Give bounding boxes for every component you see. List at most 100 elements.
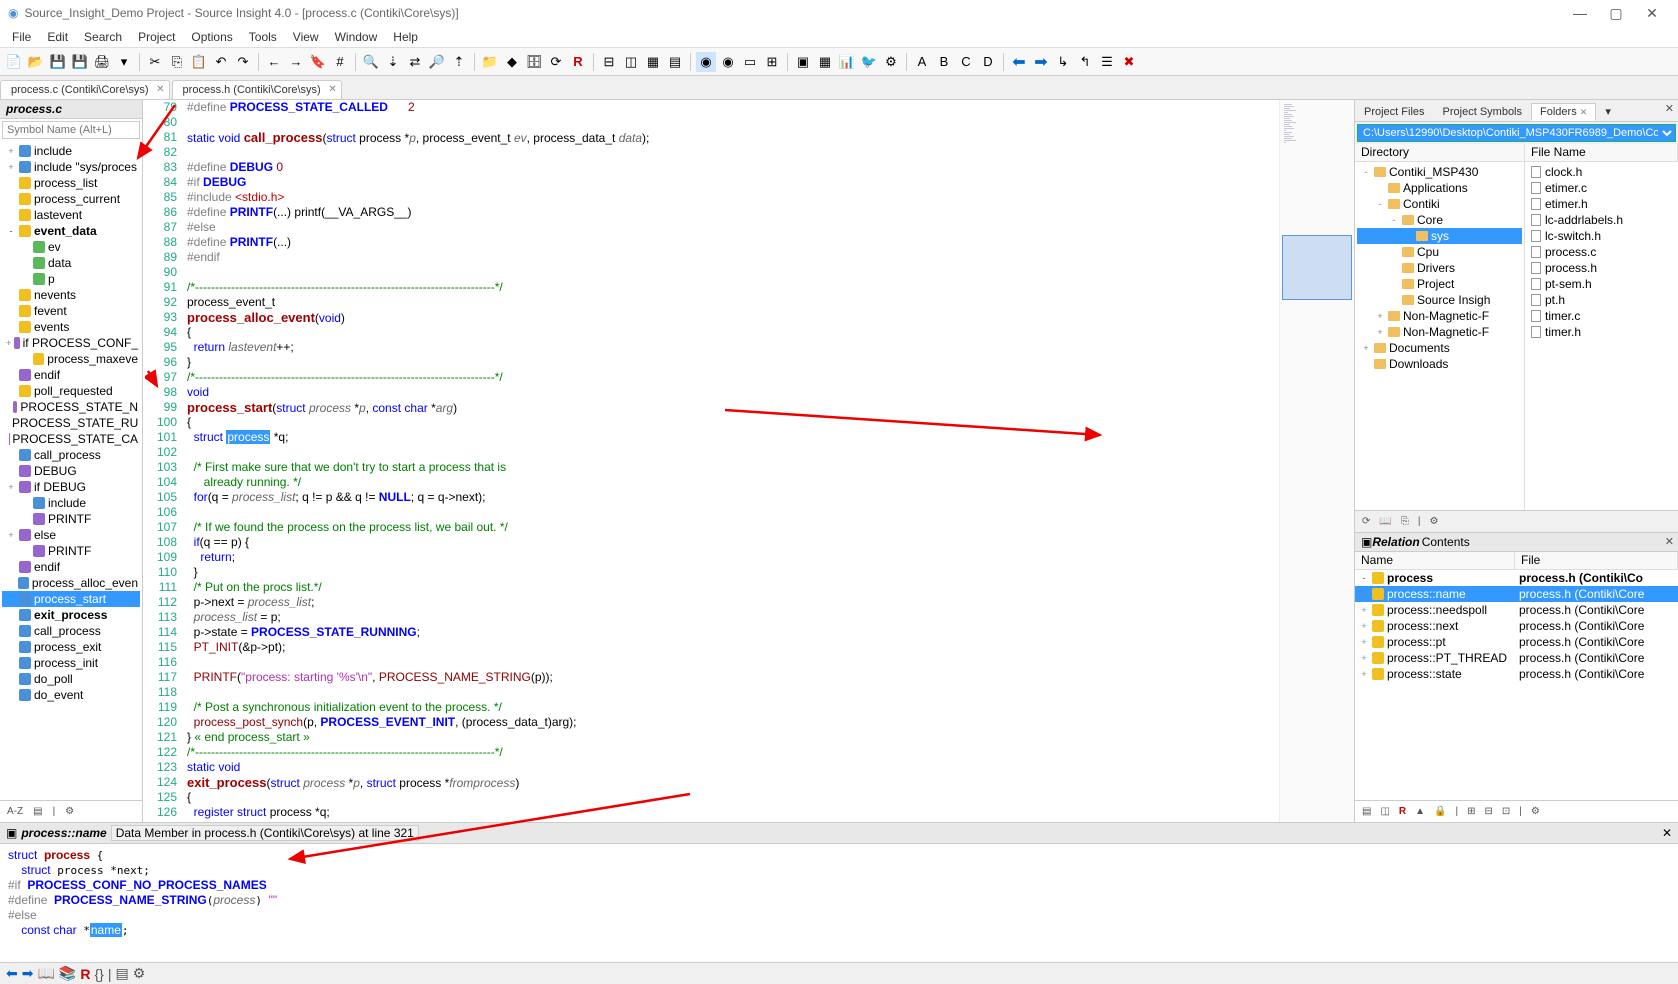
dir-item[interactable]: Applications: [1357, 180, 1522, 196]
replace-icon[interactable]: ⇄: [405, 52, 425, 72]
relation-item[interactable]: +process::nextprocess.h (Contiki\Core: [1355, 618, 1678, 634]
file-item[interactable]: clock.h: [1527, 164, 1676, 180]
symbol-icon[interactable]: ◆: [502, 52, 522, 72]
sync-icon[interactable]: ⟳: [546, 52, 566, 72]
symbol-item[interactable]: +if DEBUG: [2, 479, 140, 495]
new-file-icon[interactable]: 📄: [4, 52, 24, 72]
bird-icon[interactable]: 🐦: [859, 52, 879, 72]
tile-icon[interactable]: ▦: [643, 52, 663, 72]
nav-fwd-icon[interactable]: →: [286, 52, 306, 72]
symbol-item[interactable]: do_poll: [2, 671, 140, 687]
file-item[interactable]: timer.h: [1527, 324, 1676, 340]
col-filename[interactable]: File Name: [1525, 144, 1678, 161]
file-item[interactable]: etimer.c: [1527, 180, 1676, 196]
symbol-item[interactable]: p: [2, 271, 140, 287]
search-next-icon[interactable]: ⇣: [383, 52, 403, 72]
panel-3-icon[interactable]: ▭: [740, 52, 760, 72]
open-file-icon[interactable]: 📂: [26, 52, 46, 72]
doc-tab-1[interactable]: process.h (Contiki\Core\sys)✕: [172, 80, 342, 99]
symbol-item[interactable]: endif: [2, 559, 140, 575]
rel-collapse-icon[interactable]: ⊟: [1482, 805, 1496, 818]
save-icon[interactable]: 💾: [48, 52, 68, 72]
misc-3-icon[interactable]: 📊: [837, 52, 857, 72]
menu-file[interactable]: File: [4, 28, 39, 46]
menu-view[interactable]: View: [285, 28, 327, 46]
rel-col-name[interactable]: Name: [1355, 552, 1515, 569]
symbol-search-input[interactable]: [2, 121, 140, 139]
bookmark-icon[interactable]: 🔖: [308, 52, 328, 72]
relation-item[interactable]: +process::ptprocess.h (Contiki\Core: [1355, 634, 1678, 650]
symbol-item[interactable]: data: [2, 255, 140, 271]
project-tab-more[interactable]: ▾: [1596, 102, 1620, 121]
file-item[interactable]: pt.h: [1527, 292, 1676, 308]
relation-item[interactable]: -processprocess.h (Contiki\Co: [1355, 570, 1678, 586]
search-prev-icon[interactable]: ⇡: [449, 52, 469, 72]
symbol-item[interactable]: endif: [2, 367, 140, 383]
dir-item[interactable]: -Contiki_MSP430: [1357, 164, 1522, 180]
step-in-icon[interactable]: ↳: [1053, 52, 1073, 72]
file-item[interactable]: pt-sem.h: [1527, 276, 1676, 292]
file-item[interactable]: lc-switch.h: [1527, 228, 1676, 244]
context-code[interactable]: struct process { struct process *next; #…: [0, 844, 1678, 962]
panel-1-icon[interactable]: ◉: [696, 52, 716, 72]
symbol-item[interactable]: process_init: [2, 655, 140, 671]
project-tab-1[interactable]: Project Symbols: [1434, 103, 1531, 121]
status-more-icon[interactable]: ▤: [115, 965, 128, 982]
rel-view-icon[interactable]: ▤: [1359, 805, 1374, 818]
dir-item[interactable]: -Contiki: [1357, 196, 1522, 212]
rel-gear-icon[interactable]: ⚙: [1528, 805, 1543, 818]
filter-icon[interactable]: ▤: [30, 805, 45, 818]
menu-edit[interactable]: Edit: [39, 28, 76, 46]
rel-col-file[interactable]: File: [1515, 552, 1678, 569]
search-files-icon[interactable]: 🔎: [427, 52, 447, 72]
file-item[interactable]: process.h: [1527, 260, 1676, 276]
clear-icon[interactable]: ✖: [1119, 52, 1139, 72]
menu-help[interactable]: Help: [385, 28, 426, 46]
status-bracket-icon[interactable]: {}: [94, 966, 103, 982]
symbol-item[interactable]: PROCESS_STATE_N: [2, 399, 140, 415]
database-icon[interactable]: 🗄: [524, 52, 544, 72]
rel-lock-icon[interactable]: 🔒: [1431, 805, 1449, 818]
col-directory[interactable]: Directory: [1355, 144, 1525, 161]
save-all-icon[interactable]: 💾: [70, 52, 90, 72]
close-button[interactable]: ✕: [1634, 5, 1670, 22]
symbol-item[interactable]: do_event: [2, 687, 140, 703]
undo-icon[interactable]: ↶: [211, 52, 231, 72]
file-item[interactable]: lc-addrlabels.h: [1527, 212, 1676, 228]
relation-close-icon[interactable]: ✕: [1665, 535, 1674, 548]
dir-item[interactable]: sys: [1357, 228, 1522, 244]
rel-view2-icon[interactable]: ◫: [1377, 805, 1392, 818]
symbol-item[interactable]: -event_data: [2, 223, 140, 239]
paste-icon[interactable]: 📋: [189, 52, 209, 72]
relation-item[interactable]: +process::stateprocess.h (Contiki\Core: [1355, 666, 1678, 682]
symbol-item[interactable]: PROCESS_STATE_CA: [2, 431, 140, 447]
symbol-item[interactable]: process_list: [2, 175, 140, 191]
arrow-left-icon[interactable]: ⬅: [1009, 52, 1029, 72]
symbol-item[interactable]: lastevent: [2, 207, 140, 223]
dir-item[interactable]: Source Insigh: [1357, 292, 1522, 308]
minimap-viewport[interactable]: [1282, 235, 1352, 300]
rel-up-icon[interactable]: ▲: [1412, 805, 1428, 818]
symbol-item[interactable]: exit_process: [2, 607, 140, 623]
search-icon[interactable]: 🔍: [361, 52, 381, 72]
maximize-button[interactable]: ▢: [1598, 5, 1634, 22]
gear-icon[interactable]: ⚙: [1426, 515, 1441, 528]
file-item[interactable]: timer.c: [1527, 308, 1676, 324]
text-b-icon[interactable]: B: [934, 52, 954, 72]
file-list[interactable]: clock.hetimer.cetimer.hlc-addrlabels.hlc…: [1525, 162, 1678, 510]
list-icon[interactable]: ☰: [1097, 52, 1117, 72]
dropdown-icon[interactable]: ▾: [114, 52, 134, 72]
code-editor[interactable]: 7980818283848586878889909192939495969798…: [143, 100, 1354, 822]
dir-item[interactable]: +Non-Magnetic-F: [1357, 324, 1522, 340]
status-gear-icon[interactable]: ⚙: [133, 965, 146, 982]
status-fwd-icon[interactable]: ➡: [22, 965, 34, 982]
step-out-icon[interactable]: ↰: [1075, 52, 1095, 72]
symbol-item[interactable]: +else: [2, 527, 140, 543]
symbol-item[interactable]: process_alloc_even: [2, 575, 140, 591]
relation-item[interactable]: +process::needspollprocess.h (Contiki\Co…: [1355, 602, 1678, 618]
text-a-icon[interactable]: A: [912, 52, 932, 72]
symbol-item[interactable]: call_process: [2, 447, 140, 463]
tab-close-icon[interactable]: ✕: [328, 84, 336, 95]
symbol-item[interactable]: +if PROCESS_CONF_: [2, 335, 140, 351]
menu-search[interactable]: Search: [76, 28, 130, 46]
